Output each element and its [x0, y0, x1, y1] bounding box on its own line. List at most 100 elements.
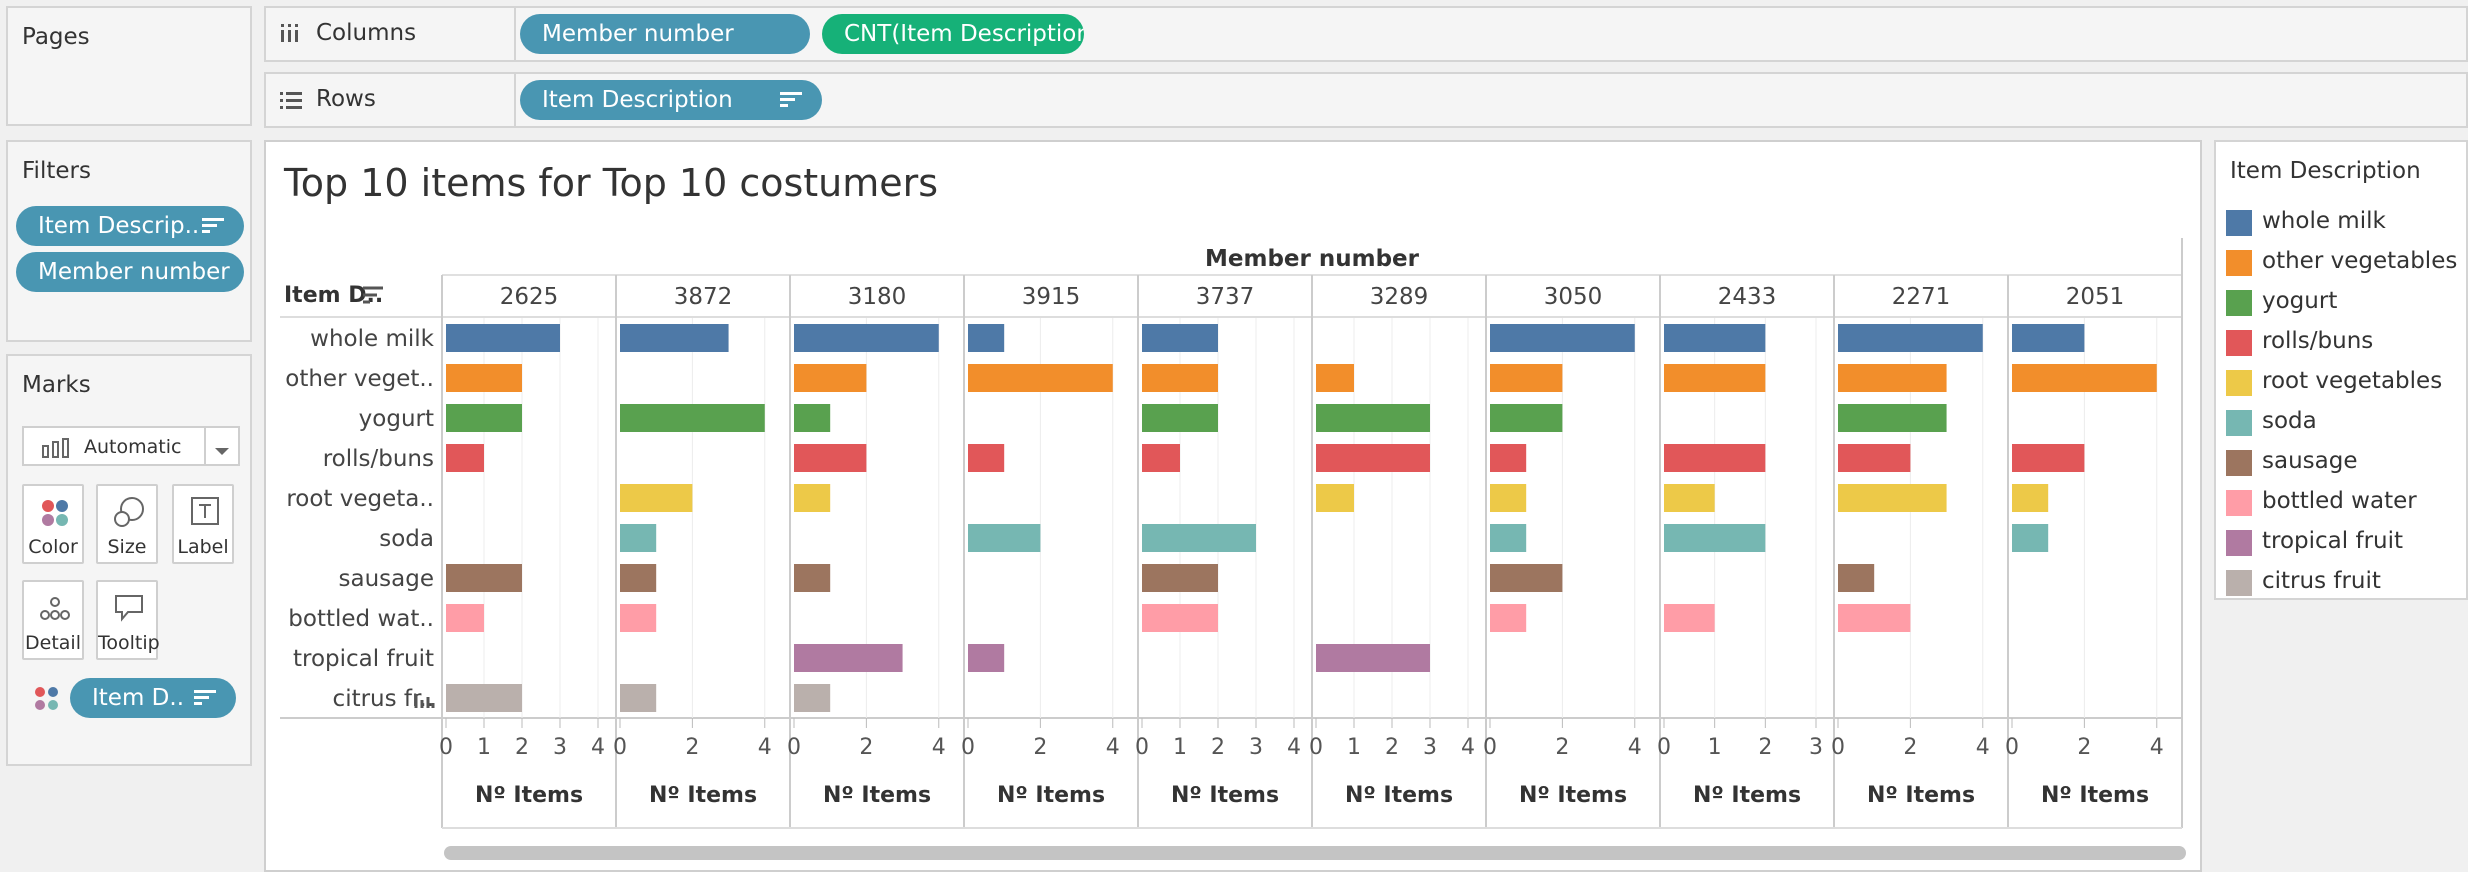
- legend-label: rolls/buns: [2262, 328, 2374, 354]
- bar: [794, 404, 831, 432]
- x-axis-label: Nº Items: [475, 783, 583, 808]
- bar: [620, 484, 693, 512]
- tick-label: 2: [1555, 735, 1569, 760]
- bar: [446, 444, 484, 472]
- size-icon: [114, 497, 144, 527]
- cnt-item-description-pill[interactable]: CNT(Item Description): [822, 14, 1084, 54]
- tick-label: 4: [1461, 735, 1475, 760]
- bar: [1838, 484, 1947, 512]
- color-button-label: Color: [28, 536, 78, 558]
- filter-pill-item-description[interactable]: Item Descrip..: [16, 206, 244, 246]
- mark-type-dropdown[interactable]: Automatic: [22, 426, 240, 466]
- tick-label: 2: [1211, 735, 1225, 760]
- tick-label: 3: [553, 735, 567, 760]
- legend-label: other vegetables: [2262, 248, 2458, 274]
- tick-label: 4: [758, 735, 772, 760]
- x-axis-label: Nº Items: [1345, 783, 1453, 808]
- legend-swatch: [2226, 250, 2252, 276]
- horizontal-scrollbar[interactable]: [444, 846, 2186, 860]
- column-header-title: Member number: [1205, 246, 1420, 272]
- rows-label: Rows: [316, 86, 376, 112]
- color-legend: Item Description whole milk other vegetab…: [2214, 140, 2468, 600]
- bar: [1490, 364, 1563, 392]
- tick-label: 0: [1831, 735, 1845, 760]
- bar: [794, 444, 867, 472]
- legend-label: whole milk: [2262, 208, 2386, 234]
- row-label: tropical fruit: [293, 646, 434, 672]
- item-description-row-pill[interactable]: Item Description: [520, 80, 822, 120]
- bar: [2012, 524, 2049, 552]
- bar: [794, 684, 831, 712]
- bar: [794, 564, 831, 592]
- legend-swatch: [2226, 290, 2252, 316]
- bar: [1316, 484, 1354, 512]
- columns-shelf[interactable]: Columns Member number CNT(Item Descripti…: [264, 6, 2468, 62]
- bar: [620, 684, 657, 712]
- member-number-header: 3915: [1022, 284, 1081, 310]
- x-axis-label: Nº Items: [997, 783, 1105, 808]
- tick-label: 4: [1287, 735, 1301, 760]
- bar: [1490, 524, 1527, 552]
- legend-swatch: [2226, 330, 2252, 356]
- rows-shelf[interactable]: Rows Item Description: [264, 72, 2468, 128]
- legend-swatch: [2226, 410, 2252, 436]
- filter-pill-member-number[interactable]: Member number: [16, 252, 244, 292]
- bar: [446, 364, 522, 392]
- legend-swatch: [2226, 490, 2252, 516]
- bar: [968, 444, 1005, 472]
- bar: [620, 524, 657, 552]
- member-number-header: 2433: [1718, 284, 1777, 310]
- size-button[interactable]: Size: [96, 484, 158, 564]
- bar: [1838, 364, 1947, 392]
- bar: [1142, 524, 1256, 552]
- color-item-description-pill[interactable]: Item D..: [70, 678, 236, 718]
- tick-label: 0: [439, 735, 453, 760]
- label-button[interactable]: Label: [172, 484, 234, 564]
- tick-label: 2: [1903, 735, 1917, 760]
- color-button[interactable]: Color: [22, 484, 84, 564]
- visualization-area: Top 10 items for Top 10 costumers Member …: [264, 140, 2202, 872]
- legend-label: tropical fruit: [2262, 528, 2404, 554]
- bar: [1838, 324, 1983, 352]
- bar: [1664, 324, 1766, 352]
- tooltip-button[interactable]: Tooltip: [96, 580, 160, 660]
- legend-swatch: [2226, 450, 2252, 476]
- bar: [1838, 564, 1875, 592]
- bar: [1142, 364, 1218, 392]
- bar: [1316, 444, 1430, 472]
- tick-label: 1: [1173, 735, 1187, 760]
- tick-label: 2: [2077, 735, 2091, 760]
- tick-label: 0: [1657, 735, 1671, 760]
- marks-panel: Marks Automatic Color Size Label Detail …: [6, 354, 252, 766]
- bar: [1490, 564, 1563, 592]
- member-number-column-pill[interactable]: Member number: [520, 14, 810, 54]
- detail-button[interactable]: Detail: [22, 580, 84, 660]
- legend-swatch: [2226, 530, 2252, 556]
- tick-label: 2: [1385, 735, 1399, 760]
- columns-label: Columns: [316, 20, 417, 46]
- row-label: bottled wat..: [288, 606, 434, 632]
- tick-label: 2: [515, 735, 529, 760]
- member-number-header: 3289: [1370, 284, 1429, 310]
- row-label: soda: [379, 526, 434, 552]
- bar: [1490, 324, 1635, 352]
- legend-label: sausage: [2262, 448, 2358, 474]
- legend-label: root vegetables: [2262, 368, 2443, 394]
- chevron-down-icon: [214, 442, 230, 461]
- color-dots-icon: [42, 500, 68, 526]
- tick-label: 0: [1309, 735, 1323, 760]
- mark-type-label: Automatic: [84, 436, 182, 458]
- marks-title: Marks: [22, 372, 91, 398]
- legend-label: citrus fruit: [2262, 568, 2381, 594]
- row-label: root vegeta..: [286, 486, 434, 512]
- legend-swatch: [2226, 370, 2252, 396]
- bar: [446, 604, 484, 632]
- bar: [2012, 484, 2049, 512]
- legend-swatch: [2226, 210, 2252, 236]
- bar: [446, 564, 522, 592]
- bar: [1664, 364, 1766, 392]
- bar: [1664, 604, 1715, 632]
- tick-label: 0: [961, 735, 975, 760]
- tick-label: 3: [1249, 735, 1263, 760]
- bar: [794, 364, 867, 392]
